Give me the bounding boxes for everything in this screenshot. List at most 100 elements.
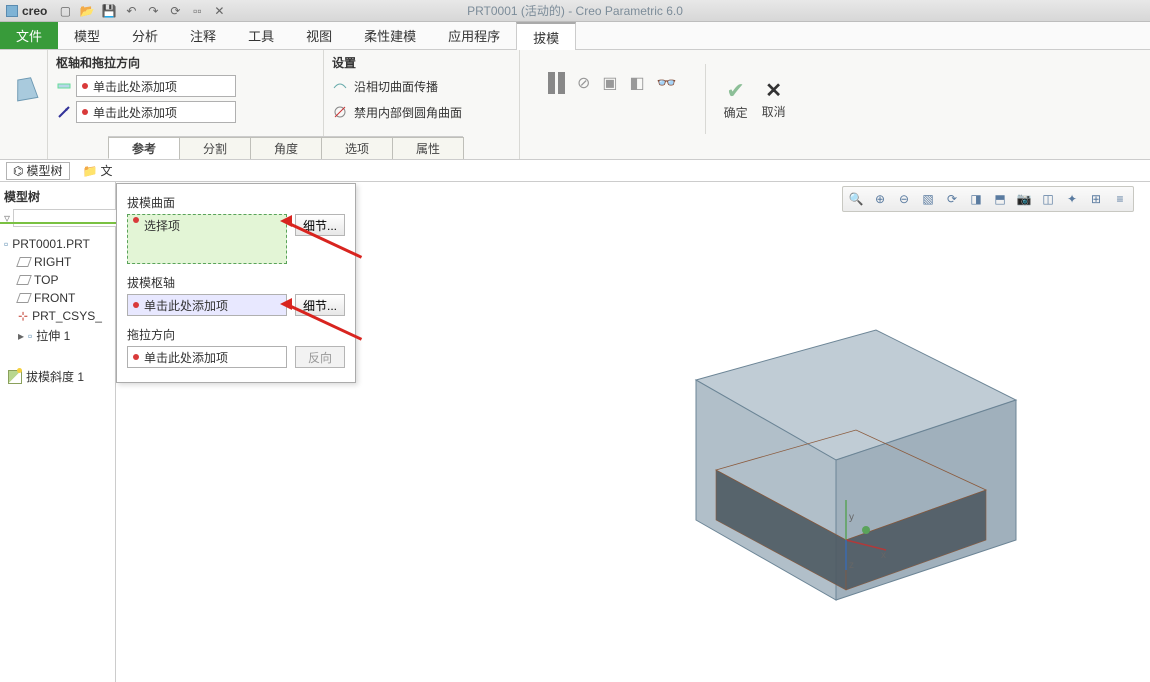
confirm-area: ✔ 确定 ✕ 取消 [705, 64, 804, 134]
subtab-reference[interactable]: 参考 [108, 137, 180, 159]
plane-icon [16, 293, 32, 303]
window-title: PRT0001 (活动的) - Creo Parametric 6.0 [467, 2, 683, 19]
menu-application[interactable]: 应用程序 [432, 22, 516, 49]
menu-annotate[interactable]: 注释 [174, 22, 232, 49]
ribbon-group-control: ⊘ ▣ ◧ 👓 [520, 50, 705, 159]
draft-surfaces-detail-button[interactable]: 细节... [295, 214, 345, 236]
no-icon[interactable]: ⊘ [577, 73, 590, 93]
open-icon[interactable]: 📂 [79, 3, 95, 19]
annotation-arrow-2-head [280, 298, 292, 310]
subtab-angle[interactable]: 角度 [250, 137, 322, 159]
opt-tangent-propagate[interactable]: 沿相切曲面传播 [332, 75, 511, 97]
perspective-icon[interactable]: ◫ [1037, 189, 1059, 209]
confirm-ok-button[interactable]: ✔ 确定 [724, 78, 748, 121]
subtab-options[interactable]: 选项 [321, 137, 393, 159]
model-tree: ▫ PRT0001.PRT RIGHT TOP FRONT ⊹PRT_CSYS_… [4, 235, 111, 346]
spin-icon[interactable]: ⟳ [941, 189, 963, 209]
regen-icon[interactable]: ⟳ [167, 3, 183, 19]
tree-icon: ⌬ [13, 164, 23, 178]
zoom-out-icon[interactable]: ⊖ [893, 189, 915, 209]
plane-icon [16, 275, 32, 285]
direction-icon [56, 104, 72, 120]
menu-bar: 文件 模型 分析 注释 工具 视图 柔性建模 应用程序 拔模 [0, 22, 1150, 50]
zoom-in-icon[interactable]: ⊕ [869, 189, 891, 209]
tree-extrude-1[interactable]: ▸ ▫ 拉伸 1 [4, 325, 111, 346]
pause-button[interactable] [548, 72, 565, 94]
draft-surfaces-label: 拔模曲面 [127, 194, 345, 211]
annotation-arrow-1-head [280, 215, 292, 227]
part-icon: ▫ [4, 237, 8, 251]
redo-icon[interactable]: ↷ [145, 3, 161, 19]
reference-panel: 拔模曲面 选择项 细节... 拔模枢轴 单击此处添加项 细节... 拖拉方向 单… [116, 183, 356, 383]
csys-icon: ⊹ [18, 309, 28, 323]
glasses-icon[interactable]: 👓 [657, 73, 677, 93]
menu-analysis[interactable]: 分析 [116, 22, 174, 49]
menu-draft[interactable]: 拔模 [516, 22, 576, 50]
axis-y-label: y [849, 512, 854, 523]
pull-direction-field[interactable]: 单击此处添加项 [127, 346, 287, 368]
draft-hinge-field[interactable]: 单击此处添加项 [127, 294, 287, 316]
tab-model-tree[interactable]: ⌬ 模型树 [6, 162, 70, 180]
tree-plane-right[interactable]: RIGHT [4, 253, 111, 271]
view-toolbar: 🔍 ⊕ ⊖ ▧ ⟳ ◨ ⬒ 📷 ◫ ✦ ⊞ ≡ [842, 186, 1134, 212]
model-tree-title: 模型树 [4, 188, 111, 205]
app-logo-text: creo [22, 4, 47, 18]
menu-flex[interactable]: 柔性建模 [348, 22, 432, 49]
axis-x-label: x [881, 550, 886, 561]
menu-file[interactable]: 文件 [0, 22, 58, 49]
draft-surfaces-field[interactable]: 选择项 [127, 214, 287, 264]
confirm-cancel-button[interactable]: ✕ 取消 [762, 78, 786, 120]
app-logo-icon [6, 5, 18, 17]
saved-view-icon[interactable]: ⬒ [989, 189, 1011, 209]
hinge-input-1[interactable]: 单击此处添加项 [76, 75, 236, 97]
refit-icon[interactable]: 🔍 [845, 189, 867, 209]
model-tree-panel: 模型树 ▿ ▫ PRT0001.PRT RIGHT TOP FRONT ⊹PRT… [0, 182, 116, 682]
window-icon[interactable]: ▫▫ [189, 3, 205, 19]
ribbon-group-settings-title: 设置 [332, 54, 511, 71]
close-icon[interactable]: ✕ [211, 3, 227, 19]
draft-hinge-label: 拔模枢轴 [127, 274, 345, 291]
check-icon: ✔ [726, 78, 744, 104]
title-bar: creo ▢ 📂 💾 ↶ ↷ ⟳ ▫▫ ✕ PRT0001 (活动的) - Cr… [0, 0, 1150, 22]
repaint-icon[interactable]: ▧ [917, 189, 939, 209]
hinge-icon [56, 78, 72, 94]
tree-plane-top[interactable]: TOP [4, 271, 111, 289]
folder-icon: 📁 [83, 164, 98, 178]
close-icon: ✕ [765, 78, 782, 103]
save-icon[interactable]: 💾 [101, 3, 117, 19]
menu-model[interactable]: 模型 [58, 22, 116, 49]
plane-icon [16, 257, 32, 267]
subtab-split[interactable]: 分割 [179, 137, 251, 159]
annotation-icon[interactable]: ✦ [1061, 189, 1083, 209]
axis-z-label: z [849, 560, 854, 571]
camera-icon[interactable]: 📷 [1013, 189, 1035, 209]
ribbon-group-hinge-title: 枢轴和拖拉方向 [56, 54, 315, 71]
ribbon-group-icon [0, 50, 48, 159]
hinge-input-2[interactable]: 单击此处添加项 [76, 101, 236, 123]
navigator-tabs: ⌬ 模型树 📁 文 [0, 160, 1150, 182]
extrude-icon: ▫ [28, 329, 32, 343]
menu-tools[interactable]: 工具 [232, 22, 290, 49]
menu-view[interactable]: 视图 [290, 22, 348, 49]
ribbon: 枢轴和拖拉方向 单击此处添加项 单击此处添加项 设置 沿相切曲面传播 禁用内部倒… [0, 50, 1150, 160]
reverse-button: 反向 [295, 346, 345, 368]
tree-draft-feature[interactable]: 拔模斜度 1 [4, 366, 111, 387]
subtab-properties[interactable]: 属性 [392, 137, 464, 159]
box-icon[interactable]: ▣ [602, 73, 617, 93]
tree-plane-front[interactable]: FRONT [4, 289, 111, 307]
dashboard-subtabs: 参考 分割 角度 选项 属性 [108, 136, 463, 159]
pull-direction-label: 拖拉方向 [127, 326, 345, 343]
display-style-icon[interactable]: ◨ [965, 189, 987, 209]
tree-root[interactable]: ▫ PRT0001.PRT [4, 235, 111, 253]
layers-icon[interactable]: ≡ [1109, 189, 1131, 209]
tree-csys[interactable]: ⊹PRT_CSYS_ [4, 307, 111, 325]
undo-icon[interactable]: ↶ [123, 3, 139, 19]
quick-access-toolbar: ▢ 📂 💾 ↶ ↷ ⟳ ▫▫ ✕ [57, 3, 227, 19]
opt-disable-rounds[interactable]: 禁用内部倒圆角曲面 [332, 101, 511, 123]
expand-icon[interactable]: ▸ [18, 329, 24, 343]
datum-display-icon[interactable]: ⊞ [1085, 189, 1107, 209]
draft-feature-icon [8, 370, 22, 384]
preview-icon[interactable]: ◧ [630, 73, 645, 93]
new-icon[interactable]: ▢ [57, 3, 73, 19]
tab-folder[interactable]: 📁 文 [76, 162, 120, 180]
